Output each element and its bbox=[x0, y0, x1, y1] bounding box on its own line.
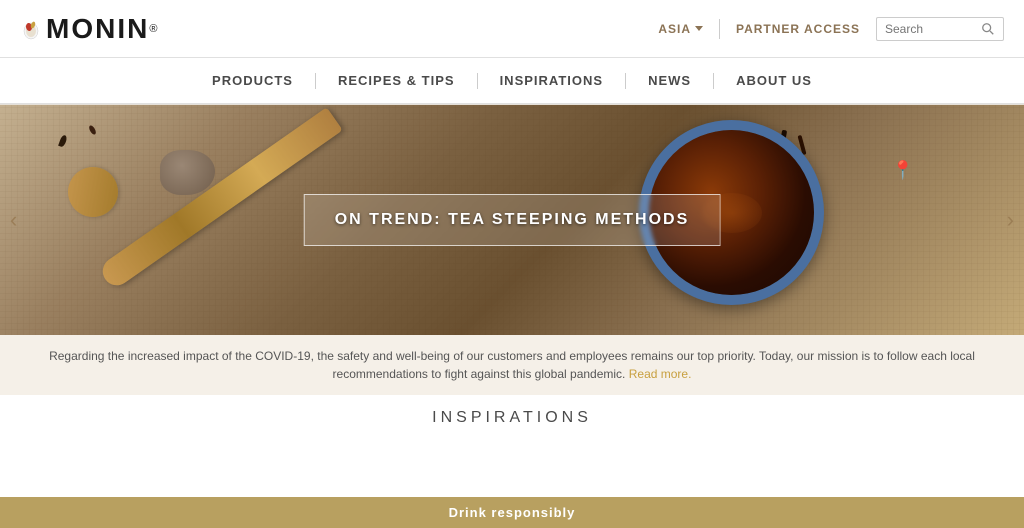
top-bar: MONIN® ASIA PARTNER ACCESS bbox=[0, 0, 1024, 58]
logo[interactable]: MONIN® bbox=[20, 13, 159, 45]
notification-bar: Regarding the increased impact of the CO… bbox=[0, 335, 1024, 395]
region-selector[interactable]: ASIA bbox=[658, 22, 703, 36]
carousel-prev-button[interactable]: ‹ bbox=[10, 207, 17, 233]
search-box[interactable] bbox=[876, 17, 1004, 41]
footer-bar: Drink responsibly bbox=[0, 497, 1024, 528]
chevron-down-icon bbox=[695, 26, 703, 31]
carousel-text-box: ON TREND: TEA STEEPING METHODS bbox=[304, 194, 721, 246]
inspirations-title: INSPIRATIONS bbox=[0, 409, 1024, 427]
search-input[interactable] bbox=[885, 22, 975, 36]
nav-item-about[interactable]: ABOUT US bbox=[714, 73, 834, 88]
logo-text: MONIN bbox=[46, 13, 149, 45]
nav-item-news[interactable]: NEWS bbox=[626, 73, 713, 88]
notification-text: Regarding the increased impact of the CO… bbox=[49, 349, 975, 381]
region-label: ASIA bbox=[658, 22, 691, 36]
logo-trademark: ® bbox=[149, 23, 159, 35]
logo-area: MONIN® bbox=[20, 13, 159, 45]
search-icon bbox=[981, 22, 995, 36]
carousel-next-button[interactable]: › bbox=[1007, 207, 1014, 233]
divider-vertical bbox=[719, 19, 720, 39]
read-more-link[interactable]: Read more. bbox=[629, 367, 692, 381]
nav-item-inspirations[interactable]: INSPIRATIONS bbox=[478, 73, 626, 88]
footer-text: Drink responsibly bbox=[449, 505, 576, 520]
logo-icon bbox=[20, 18, 42, 40]
pin-icon: 📍 bbox=[892, 160, 914, 181]
hero-carousel: 📍 ON TREND: TEA STEEPING METHODS ‹ › bbox=[0, 105, 1024, 335]
inspirations-section: INSPIRATIONS bbox=[0, 395, 1024, 435]
carousel-slide-text: ON TREND: TEA STEEPING METHODS bbox=[335, 211, 690, 228]
header: MONIN® ASIA PARTNER ACCESS PRODUCTS RECI… bbox=[0, 0, 1024, 105]
nav-bar: PRODUCTS RECIPES & TIPS INSPIRATIONS NEW… bbox=[0, 58, 1024, 104]
top-bar-right: ASIA PARTNER ACCESS bbox=[658, 17, 1004, 41]
nav-item-recipes[interactable]: RECIPES & TIPS bbox=[316, 73, 477, 88]
partner-access-link[interactable]: PARTNER ACCESS bbox=[736, 22, 860, 36]
nav-item-products[interactable]: PRODUCTS bbox=[190, 73, 315, 88]
